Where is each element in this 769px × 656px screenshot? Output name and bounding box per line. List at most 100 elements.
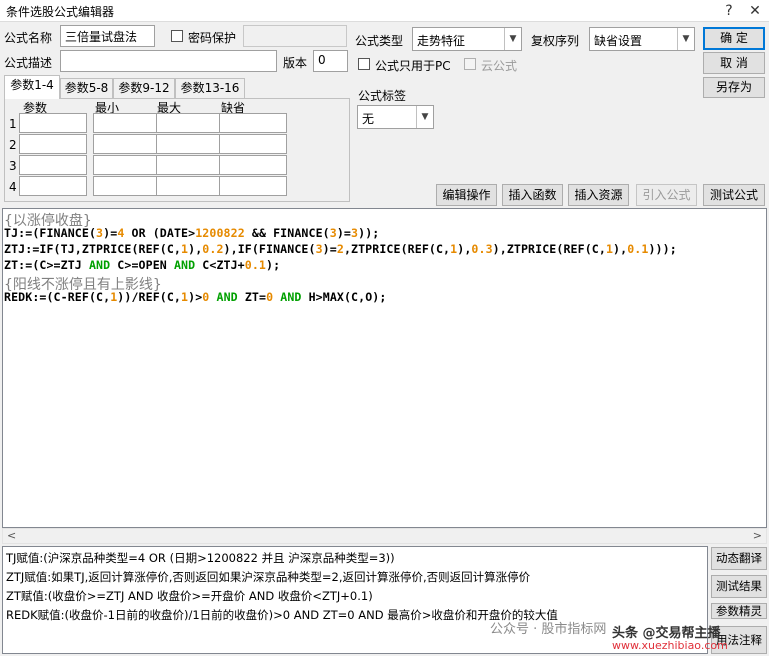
dynamic-translate-button[interactable]: 动态翻译 — [711, 547, 767, 570]
cancel-button[interactable]: 取 消 — [703, 52, 765, 74]
scroll-right-icon[interactable]: > — [753, 529, 762, 543]
param-min-cell[interactable] — [93, 134, 161, 154]
pc-only-label: 公式只用于PC — [375, 59, 451, 73]
formula-type-select[interactable]: 走势特征 ▼ — [412, 27, 522, 51]
translation-panel: TJ赋值:(沪深京品种类型=4 OR (日期>1200822 并且 沪深京品种类… — [2, 546, 708, 654]
tag-label: 公式标签 — [358, 89, 407, 103]
insert-function-button[interactable]: 插入函数 — [502, 184, 563, 206]
code-token: ZT:=(C>=ZTJ — [4, 258, 89, 272]
param-row-label: 1 — [9, 117, 17, 131]
test-results-button[interactable]: 测试结果 — [711, 575, 767, 598]
code-token: ,ZTPRICE(REF(C, — [343, 242, 451, 256]
rights-select[interactable]: 缺省设置 ▼ — [589, 27, 695, 51]
tab-params-9-12[interactable]: 参数9-12 — [113, 78, 175, 98]
rights-label: 复权序列 — [531, 34, 580, 48]
code-token: )> — [188, 290, 203, 304]
code-token: )); — [358, 226, 380, 240]
code-line: ZT:=(C>=ZTJ AND C>=OPEN AND C<ZTJ+0.1); — [4, 258, 280, 272]
param-default-cell[interactable] — [219, 113, 287, 133]
param-max-cell[interactable] — [156, 176, 224, 196]
param-name-cell[interactable] — [19, 134, 87, 154]
code-token: ); — [266, 258, 281, 272]
save-as-button[interactable]: 另存为 — [703, 77, 765, 98]
code-token: ZTJ:=IF(TJ,ZTPRICE(REF(C, — [4, 242, 182, 256]
code-line: TJ:=(FINANCE(3)=4 OR (DATE>1200822 && FI… — [4, 226, 379, 240]
param-name-cell[interactable] — [19, 176, 87, 196]
param-min-cell[interactable] — [93, 176, 161, 196]
param-name-cell[interactable] — [19, 155, 87, 175]
code-token: ), — [613, 242, 628, 256]
formula-type-value: 走势特征 — [417, 34, 466, 48]
chevron-down-icon: ▼ — [416, 106, 433, 128]
description-label: 公式描述 — [4, 56, 53, 70]
code-line: ZTJ:=IF(TJ,ZTPRICE(REF(C,1),0.2),IF(FINA… — [4, 242, 677, 256]
horizontal-scrollbar[interactable]: < > — [2, 528, 767, 544]
code-token: H>MAX(C,O); — [301, 290, 387, 304]
translation-line: REDK赋值:(收盘价-1日前的收盘价)/1日前的收盘价)>0 AND ZT=0… — [6, 608, 558, 622]
code-token: OR (DATE> — [124, 226, 196, 240]
password-input[interactable] — [243, 25, 347, 47]
password-checkbox[interactable] — [171, 30, 183, 42]
scroll-left-icon[interactable]: < — [7, 529, 16, 543]
cloud-label: 云公式 — [481, 59, 518, 73]
param-max-cell[interactable] — [156, 113, 224, 133]
code-token: C>=OPEN — [110, 258, 174, 272]
param-default-cell[interactable] — [219, 176, 287, 196]
code-token: REDK:=(C-REF(C, — [4, 290, 111, 304]
param-default-cell[interactable] — [219, 134, 287, 154]
tab-params-5-8[interactable]: 参数5-8 — [60, 78, 113, 98]
formula-type-label: 公式类型 — [355, 34, 404, 48]
param-default-cell[interactable] — [219, 155, 287, 175]
code-token: 0.1 — [244, 258, 267, 272]
code-token: 0.2 — [202, 242, 224, 256]
tag-value: 无 — [362, 112, 375, 126]
insert-resource-button[interactable]: 插入资源 — [568, 184, 629, 206]
code-token: && FINANCE( — [244, 226, 330, 240]
chevron-down-icon: ▼ — [504, 28, 521, 50]
code-line: REDK:=(C-REF(C,1))/REF(C,1)>0 AND ZT=0 A… — [4, 290, 386, 304]
code-editor[interactable]: {以涨停收盘} TJ:=(FINANCE(3)=4 OR (DATE>120082… — [2, 208, 767, 528]
pc-only-checkbox[interactable] — [358, 58, 370, 70]
formula-name-label: 公式名称 — [4, 31, 53, 45]
params-panel: 参数 最小 最大 缺省 1 2 3 4 — [4, 98, 350, 202]
ok-button[interactable]: 确 定 — [703, 27, 765, 50]
cloud-checkbox[interactable] — [464, 58, 476, 70]
param-row-label: 2 — [9, 138, 17, 152]
formula-name-input[interactable]: 三倍量试盘法 — [60, 25, 155, 47]
close-icon[interactable]: ✕ — [746, 2, 764, 20]
code-token: 0.3 — [471, 242, 493, 256]
code-token: AND — [173, 258, 196, 272]
param-min-cell[interactable] — [93, 155, 161, 175]
param-max-cell[interactable] — [156, 155, 224, 175]
version-input[interactable]: 0 — [313, 50, 348, 72]
tag-select[interactable]: 无 ▼ — [357, 105, 434, 129]
param-wizard-button[interactable]: 参数精灵 — [711, 603, 767, 619]
wechat-watermark: 公众号 · 股市指标网 — [490, 622, 607, 637]
param-name-cell[interactable] — [19, 113, 87, 133]
code-token: )= — [103, 226, 118, 240]
param-row-label: 4 — [9, 180, 17, 194]
code-token: ), — [457, 242, 472, 256]
code-token: AND — [280, 290, 302, 304]
code-token: 3 — [315, 242, 323, 256]
translation-line: TJ赋值:(沪深京品种类型=4 OR (日期>1200822 并且 沪深京品种类… — [6, 551, 395, 565]
code-token: 0.1 — [627, 242, 649, 256]
window-title: 条件选股公式编辑器 — [6, 5, 115, 19]
edit-ops-button[interactable]: 编辑操作 — [436, 184, 497, 206]
tab-params-1-4[interactable]: 参数1-4 — [4, 75, 60, 99]
code-token: TJ:=(FINANCE( — [4, 226, 97, 240]
param-min-cell[interactable] — [93, 113, 161, 133]
import-formula-button[interactable]: 引入公式 — [636, 184, 697, 206]
code-token: )= — [336, 226, 352, 240]
test-formula-button[interactable]: 测试公式 — [703, 184, 765, 206]
code-token: 1200822 — [195, 226, 245, 240]
translation-line: ZT赋值:(收盘价>=ZTJ AND 收盘价>=开盘价 AND 收盘价<ZTJ+… — [6, 589, 373, 603]
code-token: ))); — [648, 242, 677, 256]
translation-line: ZTJ赋值:如果TJ,返回计算涨停价,否则返回如果沪深京品种类型=2,返回计算涨… — [6, 570, 531, 584]
param-row-label: 3 — [9, 159, 17, 173]
tab-params-13-16[interactable]: 参数13-16 — [175, 78, 245, 98]
help-icon[interactable]: ? — [720, 2, 738, 20]
description-input[interactable] — [60, 50, 277, 72]
code-token: 2 — [336, 242, 344, 256]
param-max-cell[interactable] — [156, 134, 224, 154]
